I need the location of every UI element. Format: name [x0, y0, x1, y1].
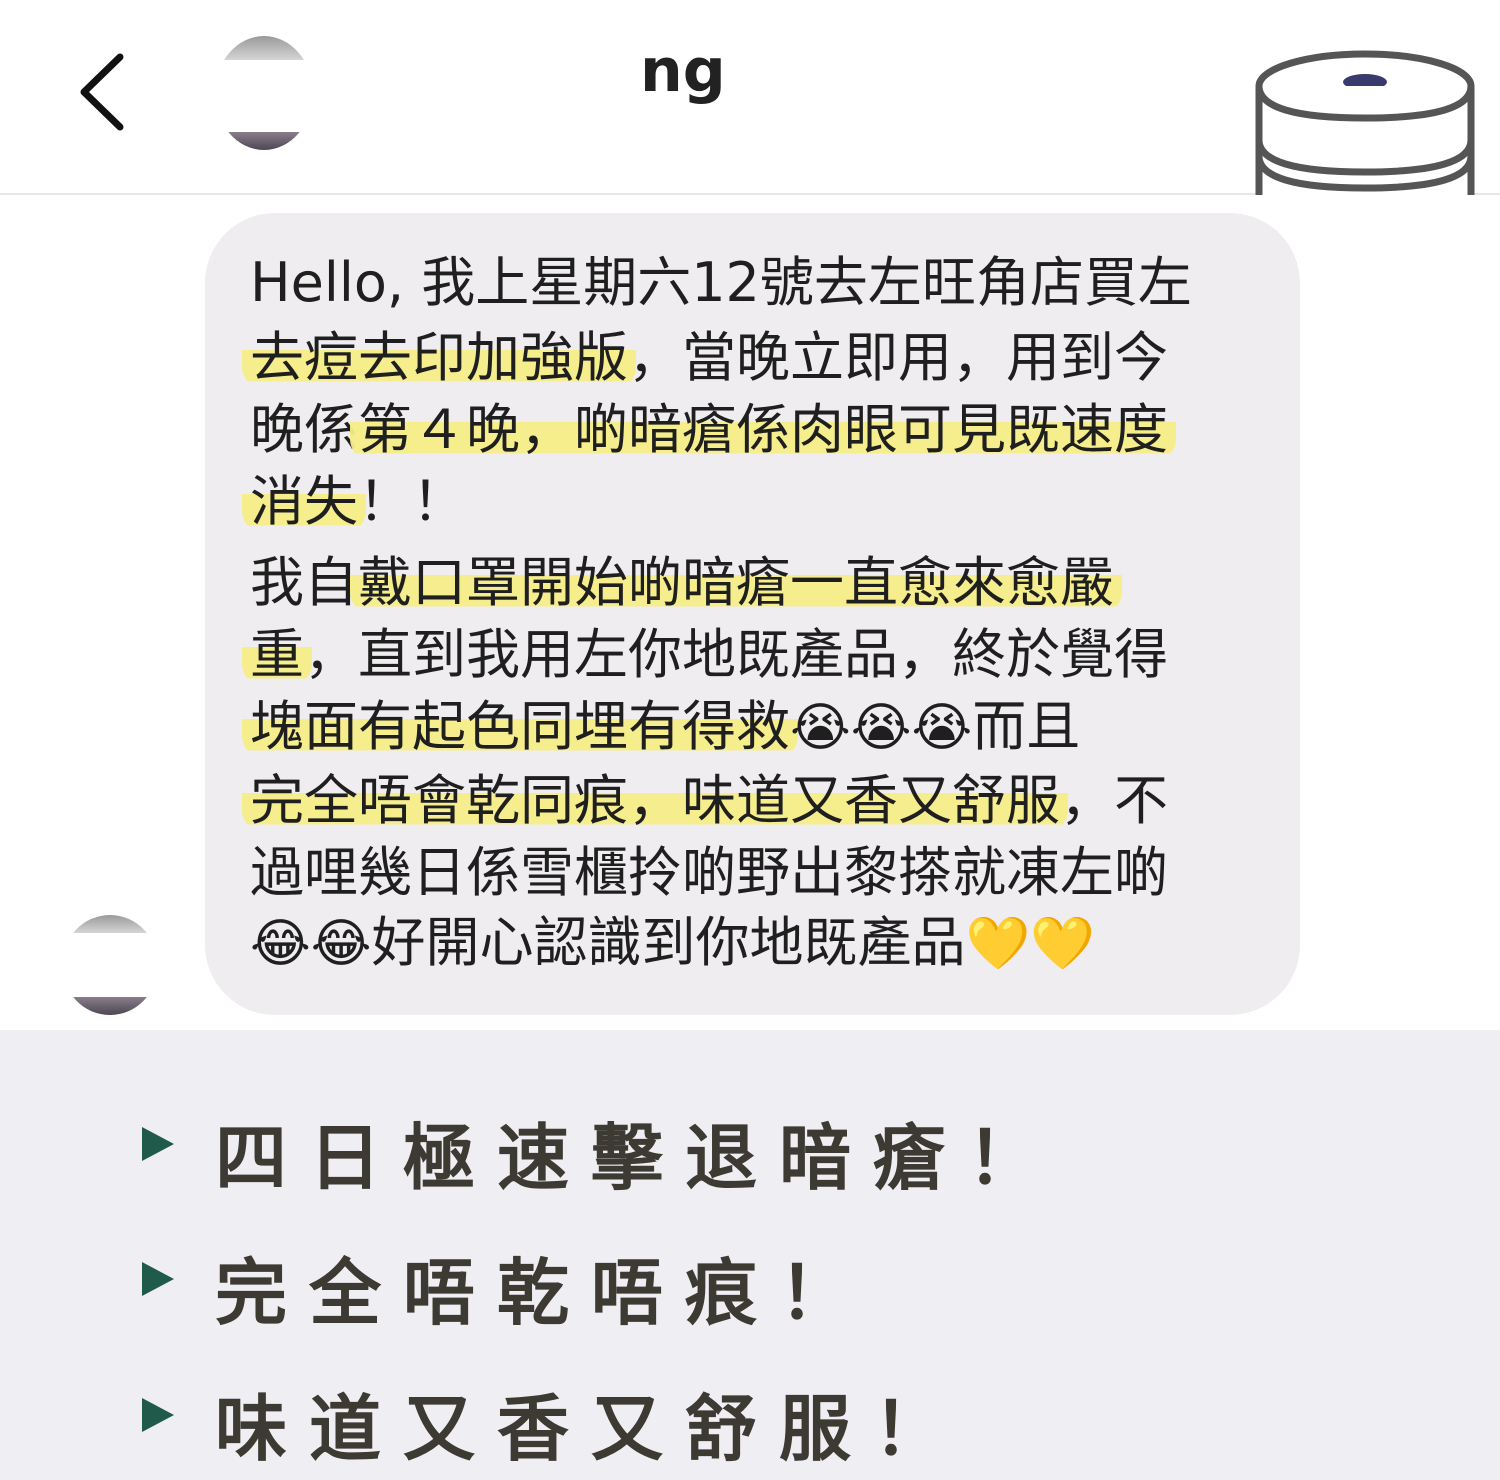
promo-text: 味道又香又舒服！ — [215, 1387, 968, 1471]
promo-text: 完全唔乾唔痕！ — [215, 1251, 874, 1335]
crying-emoji-icon: 😭 — [850, 698, 912, 758]
message-text: 好開心認識到你地既產品 — [371, 911, 966, 974]
triangle-marker-icon — [142, 1127, 174, 1161]
message-line: 重，直到我用左你地既產品，終於覺得 — [242, 620, 1168, 690]
highlighted-text: 戴口罩開始啲暗瘡一直愈來愈嚴 — [350, 551, 1122, 614]
promo-section: 四日極速擊退暗瘡！ 完全唔乾唔痕！ 味道又香又舒服！ — [0, 1030, 1500, 1480]
contact-name[interactable]: ng — [560, 36, 860, 106]
message-text: 而且 — [972, 695, 1081, 758]
laughing-emoji-icon: 😂 — [250, 914, 311, 974]
message-line: 完全唔會乾同痕，味道又香又舒服，不 — [242, 766, 1168, 836]
avatar-image-top — [215, 36, 313, 60]
crying-emoji-icon: 😭 — [790, 698, 851, 758]
laughing-emoji-icon: 😂 — [310, 914, 372, 974]
promo-text: 四日極速擊退暗瘡！ — [215, 1116, 1062, 1200]
message-text: 過哩幾日係雪櫃拎啲野出黎搽就凍左啲 — [250, 841, 1168, 904]
crying-emoji-icon: 😭 — [911, 698, 973, 758]
chevron-left-icon — [80, 53, 124, 131]
avatar-image-top — [62, 915, 158, 933]
message-line: 我自戴口罩開始啲暗瘡一直愈來愈嚴 — [250, 548, 1122, 618]
yellow-heart-icon: 💛 — [1030, 914, 1096, 974]
avatar-image-bottom — [215, 132, 313, 150]
message-line: 消失！！ — [242, 467, 466, 537]
message-text: Hello, 我上星期六12號去左旺角店買左 — [250, 251, 1192, 314]
message-line: 晚係第４晚，啲暗瘡係肉眼可見既速度 — [250, 395, 1176, 465]
message-line: 過哩幾日係雪櫃拎啲野出黎搽就凍左啲 — [250, 838, 1168, 908]
message-text: ！！ — [358, 470, 466, 533]
highlighted-text: 消失 — [242, 470, 366, 533]
triangle-marker-icon — [142, 1398, 174, 1432]
highlighted-text: 第４晚，啲暗瘡係肉眼可見既速度 — [350, 398, 1176, 461]
contact-avatar[interactable] — [215, 36, 313, 150]
promo-item: 味道又香又舒服！ — [0, 1366, 1500, 1471]
highlighted-text: 重 — [242, 623, 312, 686]
message-line: Hello, 我上星期六12號去左旺角店買左 — [250, 248, 1192, 318]
message-text: 晚係 — [250, 398, 358, 461]
message-text: 我自 — [250, 551, 358, 614]
back-button[interactable] — [62, 42, 142, 142]
promo-item: 完全唔乾唔痕！ — [0, 1230, 1500, 1335]
message-line: 😂😂好開心認識到你地既產品💛💛 — [250, 908, 1095, 978]
highlighted-text: 塊面有起色同埋有得救 — [242, 695, 798, 758]
yellow-heart-icon: 💛 — [965, 914, 1031, 974]
message-line: 去痘去印加強版，當晚立即用，用到今 — [242, 323, 1168, 393]
message-text: ，當晚立即用，用到今 — [628, 326, 1168, 389]
avatar-image-bottom — [62, 997, 158, 1015]
message-text: ，直到我用左你地既產品，終於覺得 — [304, 623, 1168, 686]
message-text: ，不 — [1060, 769, 1168, 832]
message-line: 塊面有起色同埋有得救😭😭😭而且 — [242, 692, 1081, 762]
highlighted-text: 完全唔會乾同痕，味道又香又舒服 — [242, 769, 1068, 832]
triangle-marker-icon — [142, 1262, 174, 1296]
highlighted-text: 去痘去印加強版 — [242, 326, 636, 389]
sender-avatar[interactable] — [62, 915, 158, 1015]
promo-item: 四日極速擊退暗瘡！ — [0, 1095, 1500, 1200]
